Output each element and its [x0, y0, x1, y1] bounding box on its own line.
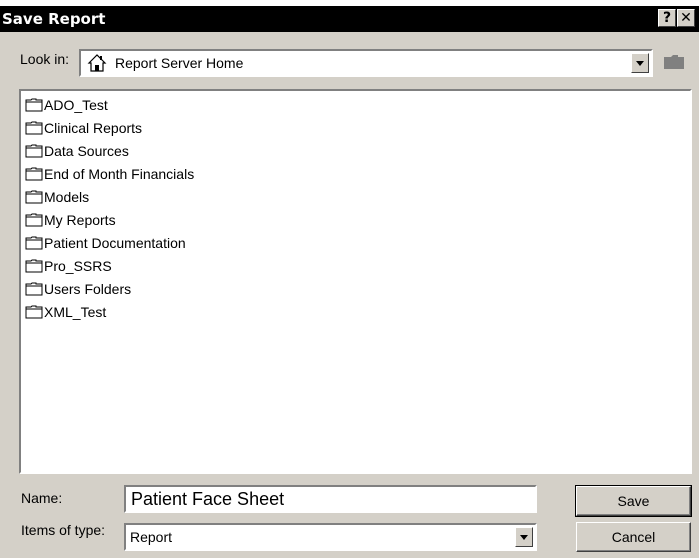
- close-button[interactable]: ✕: [677, 9, 695, 27]
- look-in-value: Report Server Home: [115, 55, 244, 71]
- file-name: Patient Documentation: [44, 235, 186, 251]
- list-item[interactable]: Data Sources: [25, 140, 129, 162]
- folder-icon: [25, 121, 43, 135]
- items-of-type-dropdown[interactable]: Report: [124, 523, 537, 551]
- file-name: Clinical Reports: [44, 120, 143, 136]
- help-button[interactable]: ?: [658, 9, 676, 27]
- look-in-label: Look in:: [20, 51, 70, 67]
- list-item[interactable]: Patient Documentation: [25, 232, 186, 254]
- folder-icon: [25, 190, 43, 204]
- list-item[interactable]: My Reports: [25, 209, 116, 231]
- file-name: Data Sources: [44, 143, 129, 159]
- file-name: XML_Test: [44, 304, 107, 320]
- list-item[interactable]: Pro_SSRS: [25, 255, 112, 277]
- save-button[interactable]: Save: [575, 485, 692, 517]
- file-list[interactable]: ADO_Test Clinical Reports Data Sources E…: [19, 89, 692, 474]
- home-icon: [87, 53, 107, 76]
- folder-icon: [25, 282, 43, 296]
- items-of-type-label: Items of type:: [21, 522, 106, 538]
- list-item[interactable]: Models: [25, 186, 89, 208]
- list-item[interactable]: ADO_Test: [25, 94, 108, 116]
- file-name: Pro_SSRS: [44, 258, 112, 274]
- items-of-type-value: Report: [130, 529, 173, 545]
- folder-icon: [25, 259, 43, 273]
- title-bar[interactable]: Save Report ? ✕: [0, 6, 699, 32]
- up-folder-icon[interactable]: [663, 54, 685, 73]
- file-name: Users Folders: [44, 281, 132, 297]
- list-item[interactable]: Users Folders: [25, 278, 131, 300]
- list-item[interactable]: Clinical Reports: [25, 117, 142, 139]
- folder-icon: [25, 305, 43, 319]
- dialog-title: Save Report: [2, 10, 106, 28]
- chevron-down-icon[interactable]: [515, 527, 533, 547]
- folder-icon: [25, 144, 43, 158]
- file-name: ADO_Test: [44, 97, 108, 113]
- save-report-dialog: Save Report ? ✕ Look in: Report Server H…: [0, 5, 699, 558]
- name-input[interactable]: [124, 485, 537, 513]
- list-item[interactable]: End of Month Financials: [25, 163, 194, 185]
- folder-icon: [25, 236, 43, 250]
- folder-icon: [25, 213, 43, 227]
- folder-icon: [25, 98, 43, 112]
- cancel-button[interactable]: Cancel: [576, 522, 691, 552]
- folder-icon: [25, 167, 43, 181]
- file-name: End of Month Financials: [44, 166, 195, 182]
- file-name: My Reports: [44, 212, 116, 228]
- chevron-down-icon[interactable]: [631, 53, 649, 73]
- list-item[interactable]: XML_Test: [25, 301, 106, 323]
- look-in-dropdown[interactable]: Report Server Home: [79, 49, 653, 77]
- file-name: Models: [44, 189, 90, 205]
- name-label: Name:: [21, 490, 63, 506]
